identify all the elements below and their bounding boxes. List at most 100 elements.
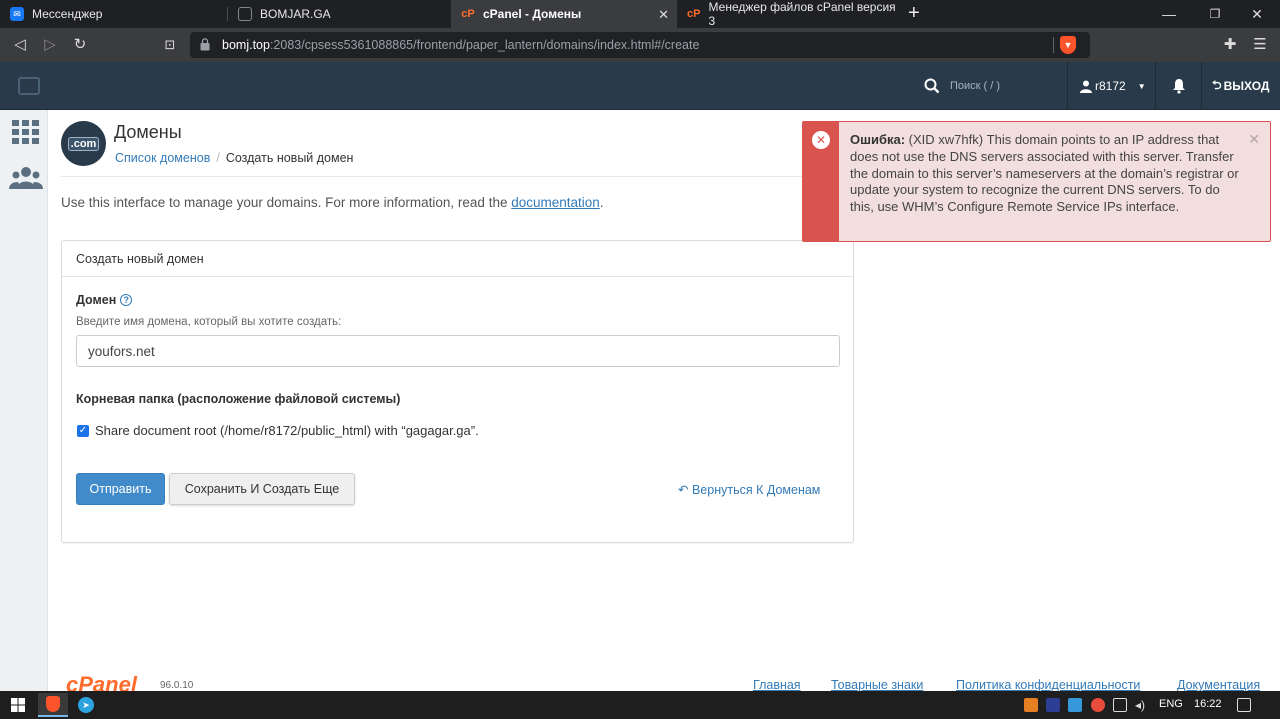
breadcrumb-current: Создать новый домен — [225, 151, 354, 165]
restore-button[interactable]: ❐ — [1192, 0, 1238, 28]
return-to-domains-link[interactable]: ↶ Вернуться К Доменам — [678, 482, 820, 497]
footer-link-privacy[interactable]: Политика конфиденциальности — [956, 678, 1140, 692]
domain-label: Домен? — [76, 293, 133, 307]
reload-button[interactable]: ↻ — [70, 35, 90, 55]
windows-logo-icon — [11, 698, 25, 712]
error-icon: ✕ — [812, 131, 830, 149]
notifications-button[interactable] — [1156, 62, 1202, 110]
brave-shield-icon[interactable]: ▼ — [1060, 36, 1076, 54]
windows-taskbar: ➤ ◂) ENG 16:22 — [0, 691, 1280, 719]
new-tab-button[interactable]: + — [908, 3, 920, 23]
user-menu[interactable]: r8172 ▼ — [1068, 62, 1156, 110]
search-placeholder: Поиск ( / ) — [950, 80, 1001, 92]
dot-com-label: .com — [67, 136, 100, 151]
address-bar[interactable]: bomj.top:2083/cpsess5361088865/frontend/… — [190, 32, 1090, 58]
minimize-button[interactable]: — — [1146, 0, 1192, 28]
submit-button[interactable]: Отправить — [76, 473, 165, 505]
intro-sentence: Use this interface to manage your domain… — [61, 195, 512, 210]
menu-icon[interactable]: ☰ — [1250, 35, 1270, 55]
tab-messenger[interactable]: ✉ Мессенджер — [0, 0, 226, 28]
tab-cpanel-domains[interactable]: cP cPanel - Домены ✕ — [451, 0, 677, 28]
clock[interactable]: 16:22 — [1194, 698, 1222, 710]
footer-link-home[interactable]: Главная — [753, 678, 801, 692]
domain-input[interactable] — [76, 335, 840, 367]
browser-tab-strip: ✉ Мессенджер BOMJAR.GA cP cPanel - Домен… — [0, 0, 1280, 28]
taskbar-telegram[interactable]: ➤ — [72, 693, 100, 717]
cpanel-icon: cP — [461, 8, 475, 20]
return-to-domains-label: Вернуться К Доменам — [691, 483, 821, 497]
users-icon[interactable] — [9, 165, 43, 191]
error-alert: ✕ Ошибка: (XID xw7hfk) This domain point… — [802, 121, 1271, 242]
start-button[interactable] — [4, 693, 32, 717]
breadcrumb: Список доменов / Создать новый домен — [115, 151, 354, 165]
tab-file-manager[interactable]: cP Менеджер файлов cPanel версия 3 — [677, 0, 899, 28]
messenger-icon: ✉ — [10, 7, 24, 21]
close-alert-icon[interactable]: ✕ — [1248, 131, 1260, 148]
documentation-link[interactable]: documentation — [511, 195, 600, 210]
logout-label: ВЫХОД — [1223, 79, 1270, 93]
extensions-icon[interactable]: ✚ — [1220, 35, 1240, 55]
bell-icon — [1172, 79, 1185, 94]
cpanel-version: 96.0.10 — [160, 680, 194, 691]
tray-app-icon[interactable] — [1024, 698, 1038, 712]
logout-button[interactable]: ⮌ ВЫХОД — [1212, 62, 1269, 110]
bookmark-icon[interactable]: ⊡ — [160, 35, 180, 55]
share-document-root-checkbox[interactable]: ✓ — [77, 425, 89, 437]
search-icon — [924, 78, 940, 94]
user-icon — [1080, 80, 1092, 93]
alert-icon-strip: ✕ — [803, 122, 839, 241]
alert-body: (XID xw7hfk) This domain points to an IP… — [850, 132, 1239, 215]
tab-bomjar[interactable]: BOMJAR.GA — [228, 0, 450, 28]
intro-text: Use this interface to manage your domain… — [61, 195, 604, 210]
forward-button[interactable]: ▷ — [40, 35, 60, 55]
sidebar — [0, 110, 48, 691]
lock-icon — [200, 38, 210, 51]
close-window-button[interactable]: ✕ — [1234, 0, 1280, 28]
input-language[interactable]: ENG — [1159, 698, 1183, 710]
reply-arrow-icon: ↶ — [678, 483, 689, 497]
alert-message: Ошибка: (XID xw7hfk) This domain points … — [850, 132, 1240, 216]
help-icon[interactable]: ? — [120, 294, 133, 306]
breadcrumb-domains-list[interactable]: Список доменов — [115, 151, 210, 165]
tab-title: Мессенджер — [32, 7, 103, 21]
telegram-icon: ➤ — [78, 697, 94, 713]
search-box[interactable]: Поиск ( / ) — [920, 62, 1068, 110]
tab-title: BOMJAR.GA — [260, 7, 331, 21]
apps-grid-icon[interactable] — [12, 120, 39, 144]
tray-app-icon[interactable] — [1068, 698, 1082, 712]
tab-title: Менеджер файлов cPanel версия 3 — [708, 0, 896, 28]
domain-hint: Введите имя домена, который вы хотите со… — [76, 316, 342, 328]
footer-link-trademarks[interactable]: Товарные знаки — [831, 678, 923, 692]
save-and-create-another-button[interactable]: Сохранить И Создать Еще — [169, 473, 355, 505]
brave-icon — [46, 696, 60, 712]
url-path: :2083/cpsess5361088865/frontend/paper_la… — [269, 38, 700, 52]
cpanel-header: Поиск ( / ) r8172 ▼ ⮌ ВЫХОД — [0, 62, 1280, 110]
alert-prefix: Ошибка: — [850, 132, 906, 147]
cpanel-icon: cP — [687, 8, 701, 20]
volume-icon[interactable]: ◂) — [1135, 698, 1149, 712]
domain-label-text: Домен — [76, 293, 117, 307]
footer-link-documentation[interactable]: Документация — [1177, 678, 1260, 692]
chevron-down-icon: ▼ — [1137, 81, 1146, 91]
username: r8172 — [1095, 79, 1126, 93]
share-document-root-label[interactable]: Share document root (/home/r8172/public_… — [95, 423, 479, 438]
cpanel-logo-icon[interactable] — [18, 77, 40, 95]
logout-icon: ⮌ — [1212, 77, 1222, 92]
network-icon[interactable] — [1113, 698, 1127, 712]
document-root-label: Корневая папка (расположение файловой си… — [76, 392, 401, 406]
close-tab-icon[interactable]: ✕ — [658, 7, 669, 23]
action-center-icon[interactable] — [1237, 698, 1251, 712]
back-button[interactable]: ◁ — [10, 35, 30, 55]
url-text: bomj.top:2083/cpsess5361088865/frontend/… — [222, 38, 699, 52]
page-icon — [238, 7, 252, 21]
panel-heading: Создать новый домен — [62, 241, 853, 277]
domains-page-icon: .com — [61, 121, 106, 166]
create-domain-panel: Создать новый домен Домен? Введите имя д… — [61, 240, 854, 543]
url-host: bomj.top — [222, 38, 270, 52]
browser-toolbar: ◁ ▷ ↻ ⊡ bomj.top:2083/cpsess5361088865/f… — [0, 28, 1280, 62]
page-title: Домены — [114, 122, 182, 142]
tray-app-icon[interactable] — [1046, 698, 1060, 712]
tray-app-icon[interactable] — [1091, 698, 1105, 712]
taskbar-brave[interactable] — [38, 693, 68, 717]
tab-title: cPanel - Домены — [483, 7, 582, 21]
